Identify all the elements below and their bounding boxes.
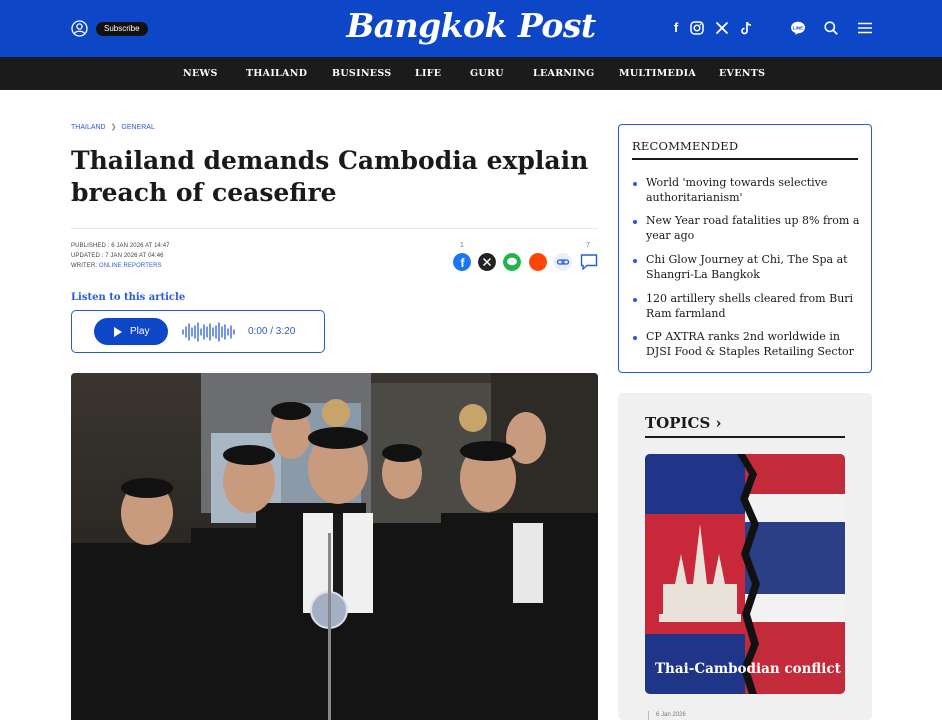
listen-label: Listen to this article — [71, 292, 186, 303]
article-photo[interactable] — [71, 373, 598, 720]
audio-time: 0:00 / 3:20 — [248, 326, 296, 337]
line-share-icon[interactable] — [503, 253, 521, 271]
x-share-icon[interactable] — [478, 253, 496, 271]
comments-count: 7 — [586, 242, 590, 249]
facebook-share-icon[interactable]: f — [453, 253, 471, 271]
article-headline: Thailand demands Cambodia explain breach… — [71, 146, 589, 207]
updated-date: UPDATED : 7 JAN 2026 AT 04:46 — [71, 253, 164, 259]
bullet-icon — [633, 182, 637, 186]
search-icon[interactable] — [823, 20, 839, 36]
copy-link-icon[interactable] — [554, 253, 572, 271]
recommended-item[interactable]: CP AXTRA ranks 2nd worldwide in DJSI Foo… — [646, 330, 864, 359]
topic-card-thai-cambodian-conflict[interactable]: Thai-Cambodian conflict — [645, 454, 845, 694]
bullet-icon — [633, 336, 637, 340]
waveform-icon — [182, 322, 235, 342]
breadcrumb-separator-icon: ❯ — [110, 124, 117, 131]
topics-panel: TOPICS › Thai-Cambodian conflict 6 Jan 2… — [618, 393, 872, 720]
recommended-panel: RECOMMENDED World 'moving towards select… — [618, 124, 872, 373]
top-header: Subscribe Bangkok Post f LINE — [0, 0, 942, 57]
play-label: Play — [130, 326, 150, 337]
svg-text:LINE: LINE — [793, 26, 803, 31]
x-icon[interactable] — [714, 20, 730, 36]
nav-item-multimedia[interactable]: MULTIMEDIA — [619, 57, 696, 90]
recommended-item[interactable]: 120 artillery shells cleared from Buri R… — [646, 292, 864, 321]
recommended-title: RECOMMENDED — [632, 139, 858, 160]
instagram-icon[interactable] — [689, 20, 705, 36]
topic-card-label: Thai-Cambodian conflict — [655, 661, 841, 677]
breadcrumb: THAILAND ❯ GENERAL — [71, 123, 155, 131]
nav-item-news[interactable]: NEWS — [183, 57, 218, 90]
comments-icon[interactable] — [580, 253, 598, 271]
recommended-item[interactable]: New Year road fatalities up 8% from a ye… — [646, 214, 864, 243]
writer-label: WRITER: — [71, 263, 99, 269]
recommended-item[interactable]: Chi Glow Journey at Chi, The Spa at Shan… — [646, 253, 864, 282]
nav-item-life[interactable]: LIFE — [415, 57, 441, 90]
audio-player: Play 0:00 / 3:20 — [71, 310, 325, 353]
play-icon — [114, 327, 122, 337]
recommended-item[interactable]: World 'moving towards selective authorit… — [646, 176, 864, 205]
nav-item-guru[interactable]: GURU — [470, 57, 504, 90]
nav-item-learning[interactable]: LEARNING — [533, 57, 595, 90]
facebook-icon[interactable]: f — [668, 20, 684, 36]
facebook-share-count: 1 — [460, 242, 464, 249]
headline-divider — [71, 228, 598, 229]
writer-line: WRITER: ONLINE REPORTERS — [71, 263, 162, 269]
breadcrumb-thailand[interactable]: THAILAND — [71, 124, 106, 131]
topics-title-text: TOPICS — [645, 414, 711, 432]
topic-date-divider — [648, 711, 649, 720]
bullet-icon — [633, 259, 637, 263]
thai-cambodian-flags-image — [645, 454, 845, 694]
nav-item-business[interactable]: BUSINESS — [332, 57, 391, 90]
play-button[interactable]: Play — [94, 318, 168, 345]
reddit-share-icon[interactable] — [529, 253, 547, 271]
bullet-icon — [633, 220, 637, 224]
line-chat-icon[interactable]: LINE — [790, 20, 806, 36]
topic-date: 6 Jan 2026 — [656, 712, 686, 718]
nav-item-events[interactable]: EVENTS — [719, 57, 765, 90]
breadcrumb-general[interactable]: GENERAL — [121, 124, 154, 131]
tiktok-icon[interactable] — [738, 20, 754, 36]
topics-title[interactable]: TOPICS › — [645, 414, 845, 438]
hamburger-menu-icon[interactable] — [857, 20, 873, 36]
published-date: PUBLISHED : 6 JAN 2026 AT 14:47 — [71, 243, 170, 249]
main-navigation: NEWS THAILAND BUSINESS LIFE GURU LEARNIN… — [0, 57, 942, 90]
chevron-right-icon: › — [715, 414, 722, 432]
nav-item-thailand[interactable]: THAILAND — [246, 57, 307, 90]
writer-link[interactable]: ONLINE REPORTERS — [99, 263, 162, 269]
bullet-icon — [633, 298, 637, 302]
